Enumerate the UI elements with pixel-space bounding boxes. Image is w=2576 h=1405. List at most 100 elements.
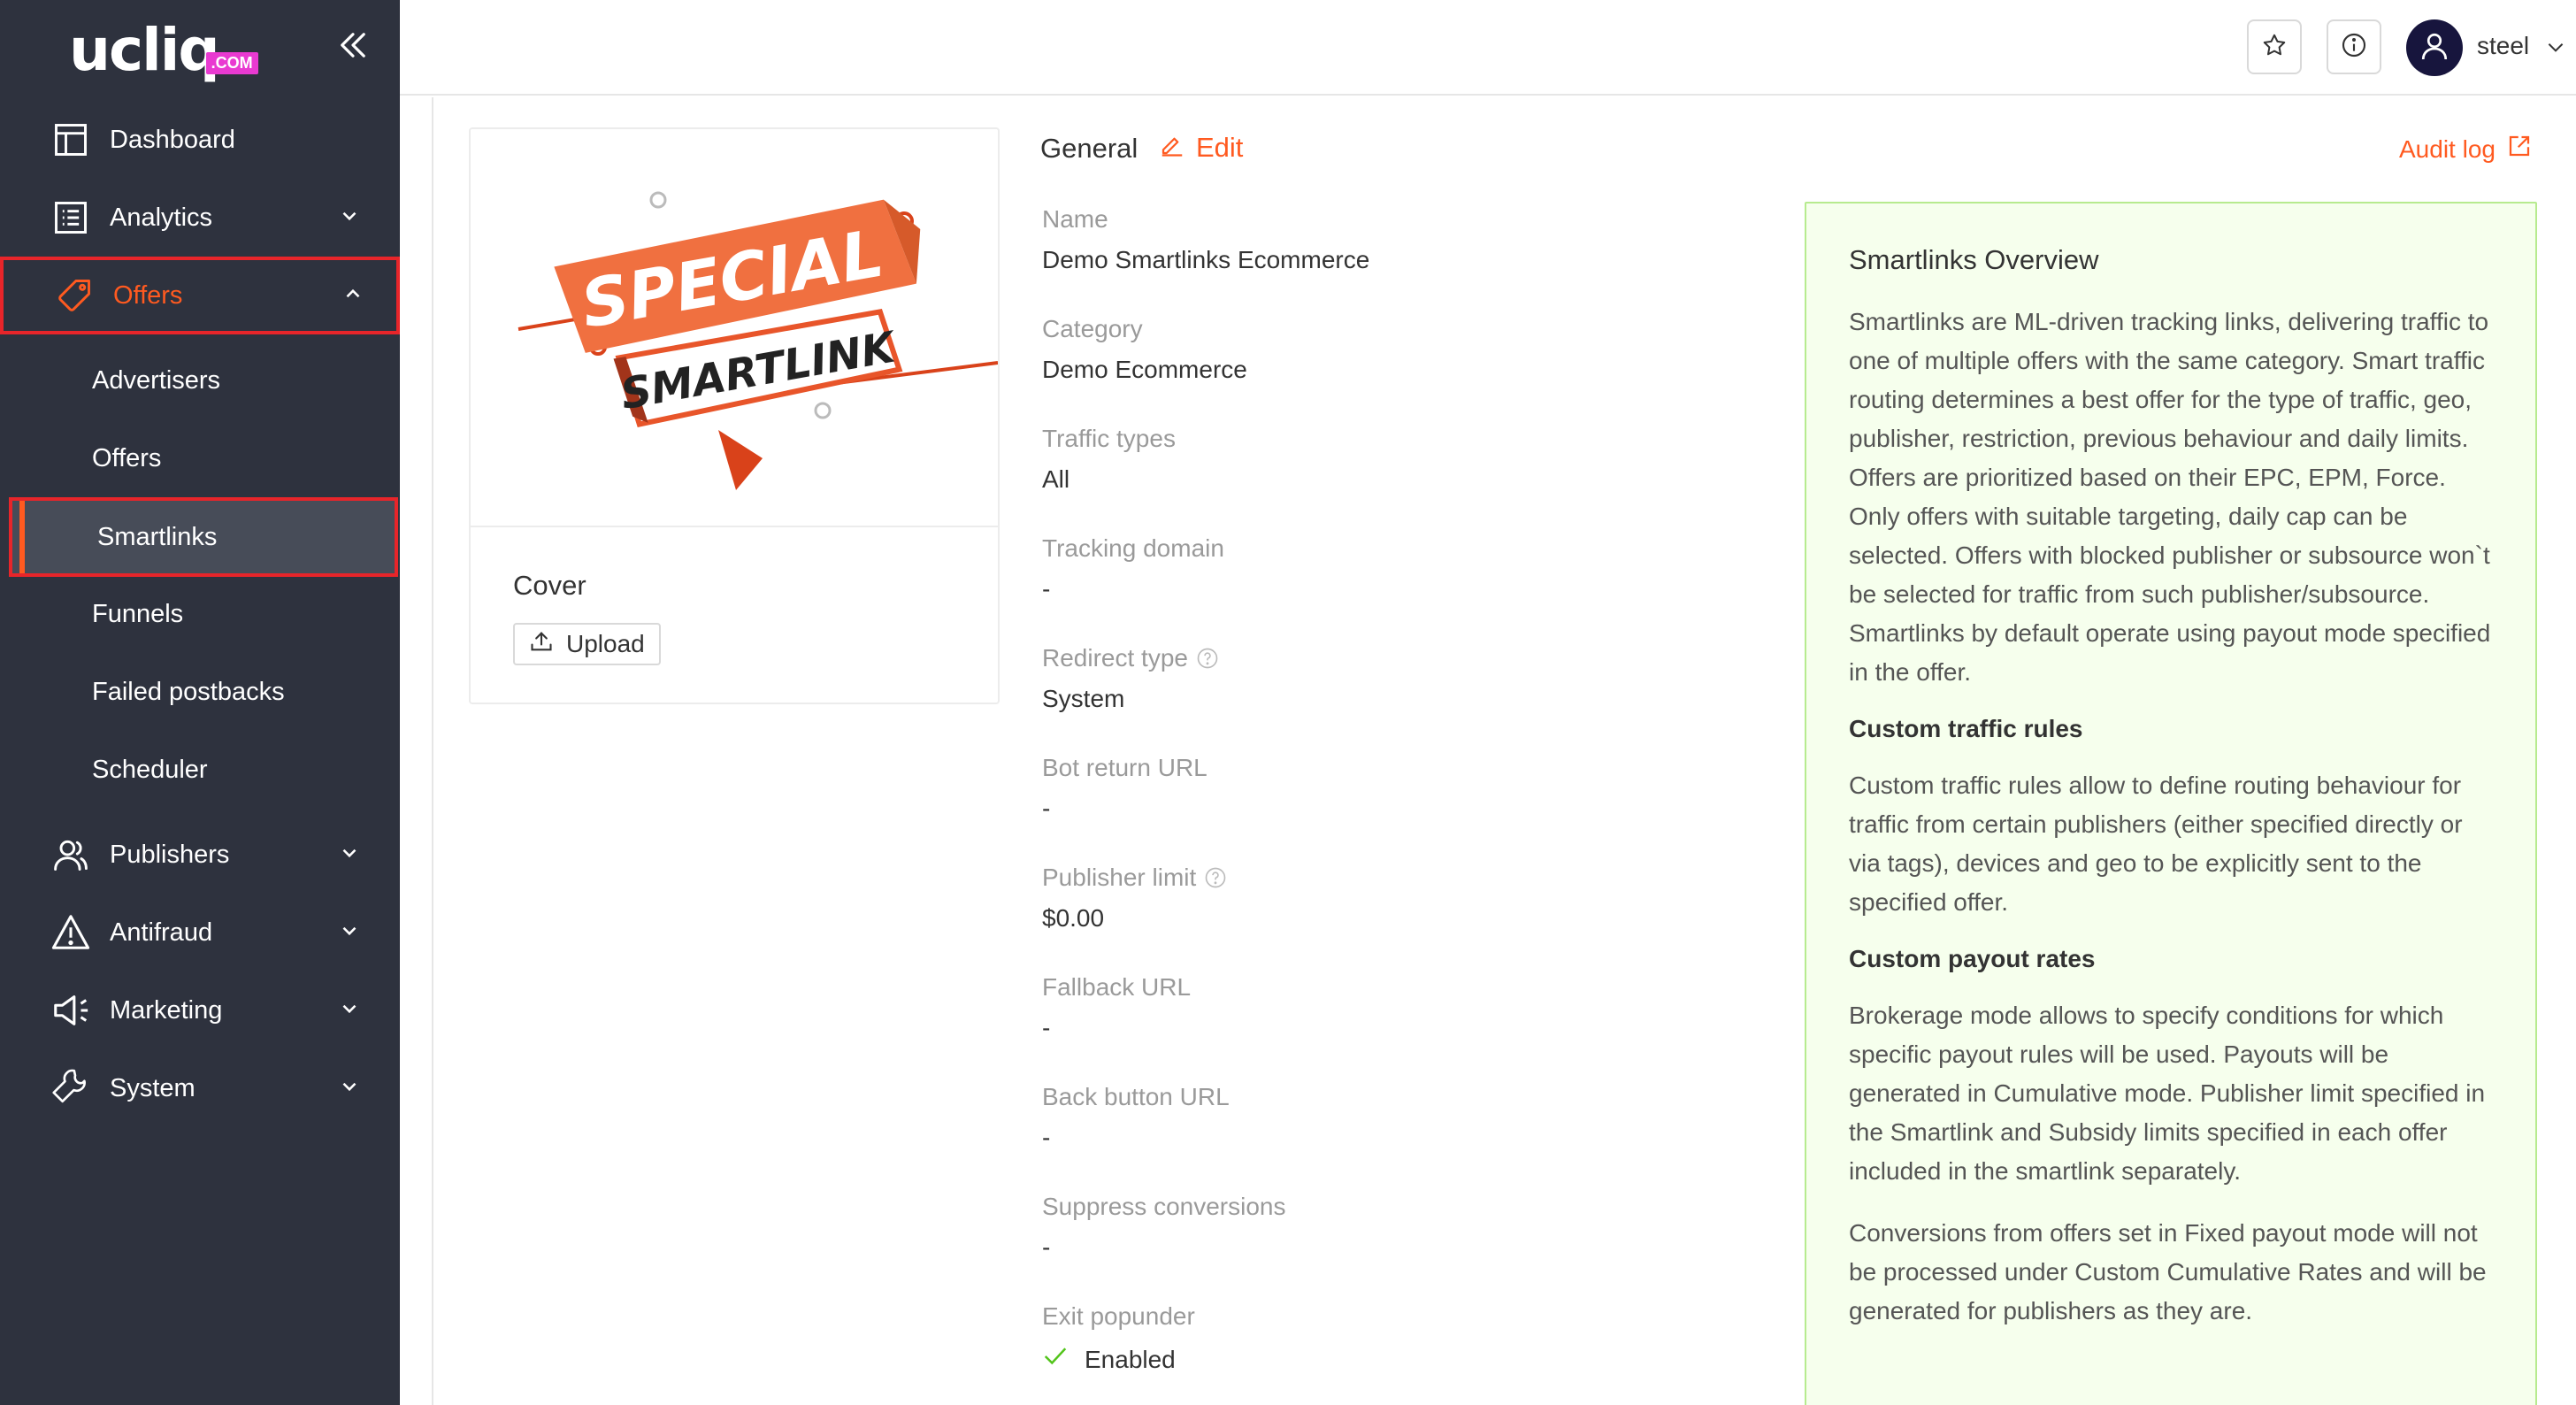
overview-subheading: Custom payout rates [1849, 945, 2096, 972]
sidebar-item-label: Marketing [110, 995, 223, 1025]
avatar[interactable] [2406, 19, 2463, 76]
sidebar-subitem-offers[interactable]: Offers [0, 419, 400, 497]
field-label-fallback-url: Fallback URL [1042, 973, 1192, 1001]
tag-icon [53, 274, 96, 317]
field-label-redirect-type: Redirect type [1042, 644, 1188, 672]
sidebar-item-label: Publishers [110, 840, 230, 869]
sidebar-subitem-label: Funnels [92, 599, 184, 628]
sidebar-subitem-label: Scheduler [92, 755, 208, 784]
field-label-back-button-url: Back button URL [1042, 1083, 1230, 1110]
dashboard-icon [50, 119, 92, 161]
chevron-up-icon [341, 282, 368, 309]
field-label-publisher-limit: Publisher limit [1042, 864, 1197, 891]
logo[interactable]: ucliq .COM [69, 14, 258, 80]
edit-label: Edit [1196, 132, 1244, 163]
check-icon [1042, 1343, 1069, 1376]
audit-log-link[interactable]: Audit log [2399, 133, 2533, 165]
chevron-down-icon [338, 204, 364, 231]
field-label-category: Category [1042, 315, 1143, 342]
overview-paragraph: Brokerage mode allows to specify conditi… [1849, 1002, 2486, 1185]
favorite-button[interactable] [2247, 19, 2302, 74]
star-icon [2261, 32, 2288, 63]
overview-paragraph: Smartlinks are ML-driven tracking links,… [1849, 308, 2491, 686]
sidebar-item-label: Antifraud [110, 917, 213, 947]
sidebar-subitem-smartlinks[interactable]: Smartlinks [9, 497, 398, 577]
section-title-general: General [1040, 133, 1138, 164]
field-value-name: Demo Smartlinks Ecommerce [1042, 246, 1370, 273]
info-icon [2340, 31, 2368, 64]
cover-title: Cover [513, 570, 586, 601]
field-value-category: Demo Ecommerce [1042, 356, 1247, 383]
audit-log-label: Audit log [2399, 134, 2496, 163]
field-redirect-type: Redirect type [1042, 644, 1220, 672]
sidebar-item-antifraud[interactable]: Antifraud [0, 894, 400, 971]
warning-icon [50, 911, 92, 954]
sidebar-subitem-label: Failed postbacks [92, 677, 285, 706]
overview-subheading: Custom traffic rules [1849, 715, 2083, 742]
sidebar-item-label: Analytics [110, 203, 213, 232]
sidebar-subitem-label: Smartlinks [97, 522, 218, 551]
field-label-traffic-types: Traffic types [1042, 425, 1176, 452]
smartlinks-overview-panel: Smartlinks Overview Smartlinks are ML-dr… [1805, 202, 2537, 1405]
field-value-suppress-conversions: - [1042, 1233, 1051, 1261]
field-exit-popunder: Enabled [1042, 1343, 1176, 1376]
logo-text: ucliq [69, 16, 220, 84]
field-value-bot-return-url: - [1042, 795, 1051, 822]
sidebar-subitem-failed-postbacks[interactable]: Failed postbacks [0, 653, 400, 731]
overview-paragraph: Conversions from offers set in Fixed pay… [1849, 1219, 2487, 1324]
field-publisher-limit: Publisher limit [1042, 864, 1228, 892]
analytics-icon [50, 196, 92, 239]
field-label-tracking-domain: Tracking domain [1042, 534, 1224, 562]
user-icon [2419, 30, 2450, 66]
sidebar-item-analytics[interactable]: Analytics [0, 179, 400, 257]
cover-image: SMARTLINK SPECIAL [471, 129, 999, 527]
edit-button[interactable]: Edit [1159, 131, 1243, 165]
sidebar-item-label: System [110, 1073, 196, 1102]
field-label-bot-return-url: Bot return URL [1042, 754, 1208, 781]
sidebar-subitem-scheduler[interactable]: Scheduler [0, 731, 400, 809]
chevron-down-icon [338, 997, 364, 1024]
overview-title: Smartlinks Overview [1849, 244, 2099, 275]
megaphone-icon [50, 989, 92, 1032]
field-label-exit-popunder: Exit popunder [1042, 1302, 1195, 1330]
sidebar-item-marketing[interactable]: Marketing [0, 971, 400, 1049]
info-button[interactable] [2327, 19, 2381, 74]
sidebar-subitem-funnels[interactable]: Funnels [0, 575, 400, 653]
field-value-fallback-url: - [1042, 1014, 1051, 1041]
chevron-down-icon [338, 841, 364, 868]
users-icon [50, 833, 92, 876]
field-value-tracking-domain: - [1042, 575, 1051, 603]
field-label-suppress-conversions: Suppress conversions [1042, 1193, 1286, 1220]
field-label-name: Name [1042, 205, 1108, 233]
sidebar-item-system[interactable]: System [0, 1049, 400, 1127]
user-name[interactable]: steel [2477, 32, 2529, 60]
external-link-icon [2506, 133, 2533, 165]
sidebar-subitem-label: Offers [92, 443, 162, 472]
field-value-exit-popunder: Enabled [1085, 1345, 1176, 1373]
sidebar-item-offers[interactable]: Offers [0, 257, 400, 334]
field-value-back-button-url: - [1042, 1124, 1051, 1151]
chevron-down-icon[interactable] [2544, 35, 2567, 58]
wrench-icon [50, 1067, 92, 1109]
chevron-down-icon [338, 919, 364, 946]
cover-card: SMARTLINK SPECIAL Cover Upload [469, 127, 1000, 704]
sidebar-item-dashboard[interactable]: Dashboard [0, 101, 400, 179]
sidebar-item-label: Dashboard [110, 125, 235, 154]
sidebar: ucliq .COM Dashboard Analytics Offers Ad… [0, 0, 400, 1405]
upload-icon [529, 629, 554, 660]
field-value-redirect-type: System [1042, 685, 1125, 712]
help-icon[interactable] [1203, 865, 1228, 890]
upload-label: Upload [566, 630, 645, 657]
logo-suffix: .COM [205, 52, 258, 74]
help-icon[interactable] [1195, 646, 1220, 671]
overview-paragraph: Custom traffic rules allow to define rou… [1849, 772, 2463, 916]
collapse-sidebar-icon[interactable] [334, 27, 372, 64]
sidebar-item-label: Offers [113, 280, 183, 310]
edit-icon [1159, 131, 1185, 165]
upload-button[interactable]: Upload [513, 623, 661, 665]
sidebar-item-publishers[interactable]: Publishers [0, 816, 400, 894]
field-value-publisher-limit: $0.00 [1042, 904, 1105, 932]
sidebar-subitem-label: Advertisers [92, 365, 221, 395]
sidebar-subitem-advertisers[interactable]: Advertisers [0, 342, 400, 419]
field-value-traffic-types: All [1042, 465, 1070, 493]
